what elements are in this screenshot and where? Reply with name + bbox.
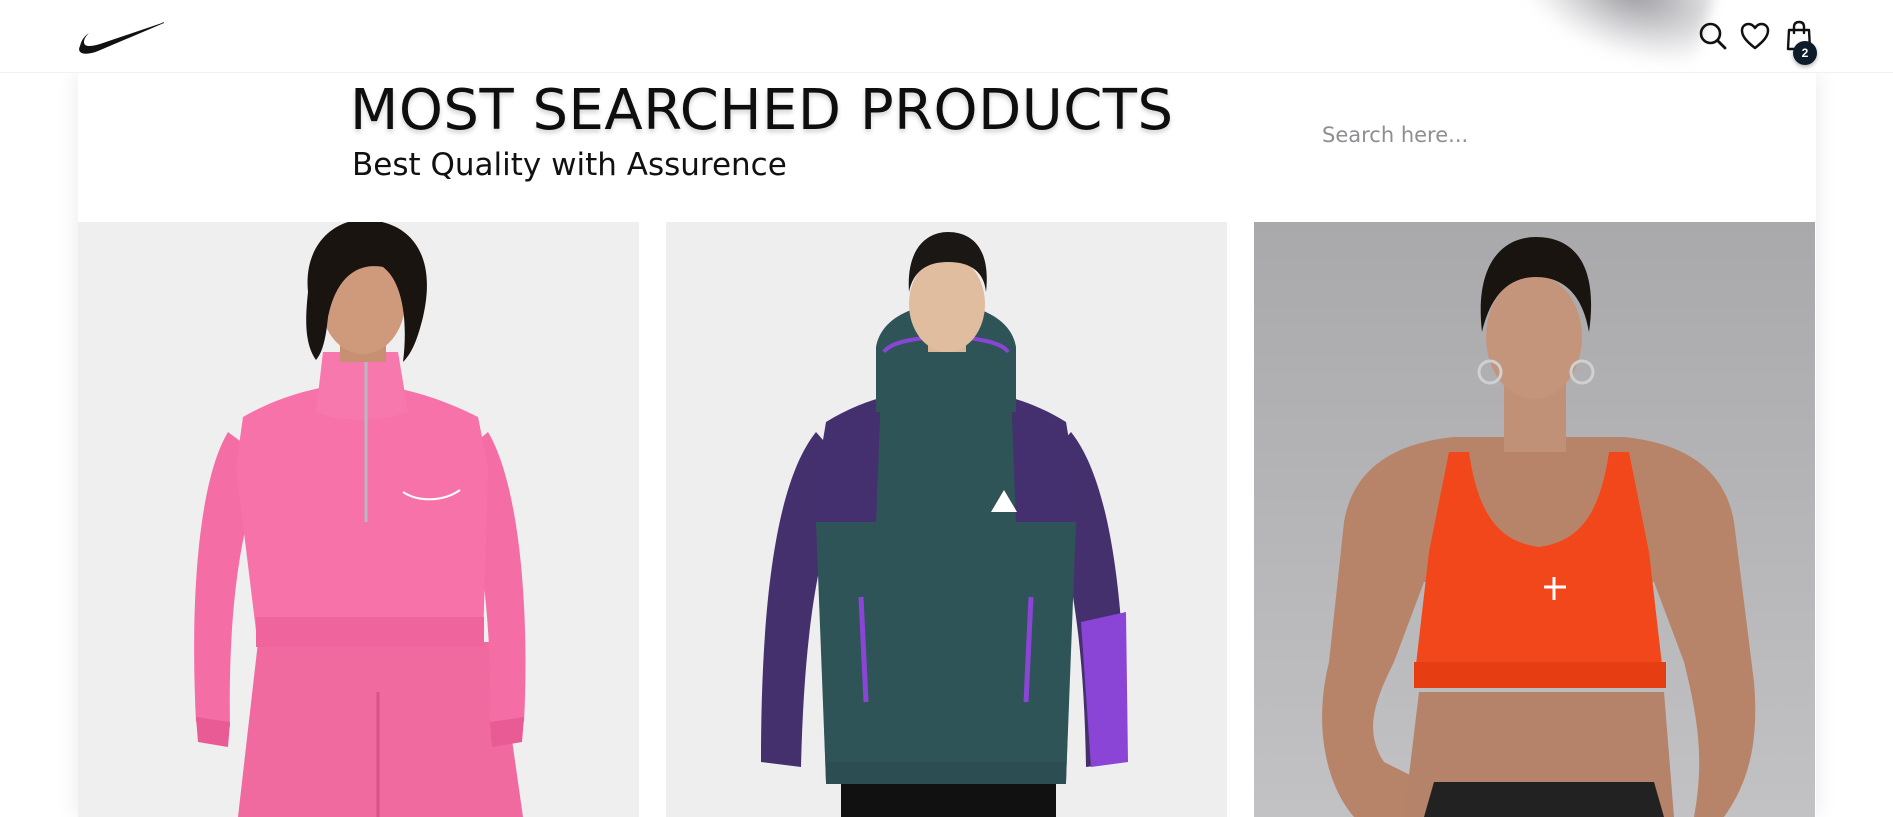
product-card[interactable] xyxy=(1254,222,1815,817)
nike-logo[interactable] xyxy=(78,18,166,56)
product-card[interactable] xyxy=(666,222,1227,817)
product-image xyxy=(194,222,526,817)
page-title: MOST SEARCHED PRODUCTS xyxy=(350,78,1174,143)
decorative-blur xyxy=(1497,0,1723,72)
search-icon xyxy=(1699,22,1727,50)
heart-icon xyxy=(1740,22,1770,50)
wishlist-button[interactable] xyxy=(1738,16,1772,56)
search-input[interactable] xyxy=(1310,112,1750,158)
search-button[interactable] xyxy=(1696,16,1730,56)
top-nav: 2 xyxy=(0,0,1893,73)
cart-count-badge: 2 xyxy=(1793,41,1817,65)
page-subtitle: Best Quality with Assurence xyxy=(352,147,787,183)
product-card[interactable] xyxy=(78,222,639,817)
product-image xyxy=(1322,237,1756,817)
product-image xyxy=(761,232,1128,817)
